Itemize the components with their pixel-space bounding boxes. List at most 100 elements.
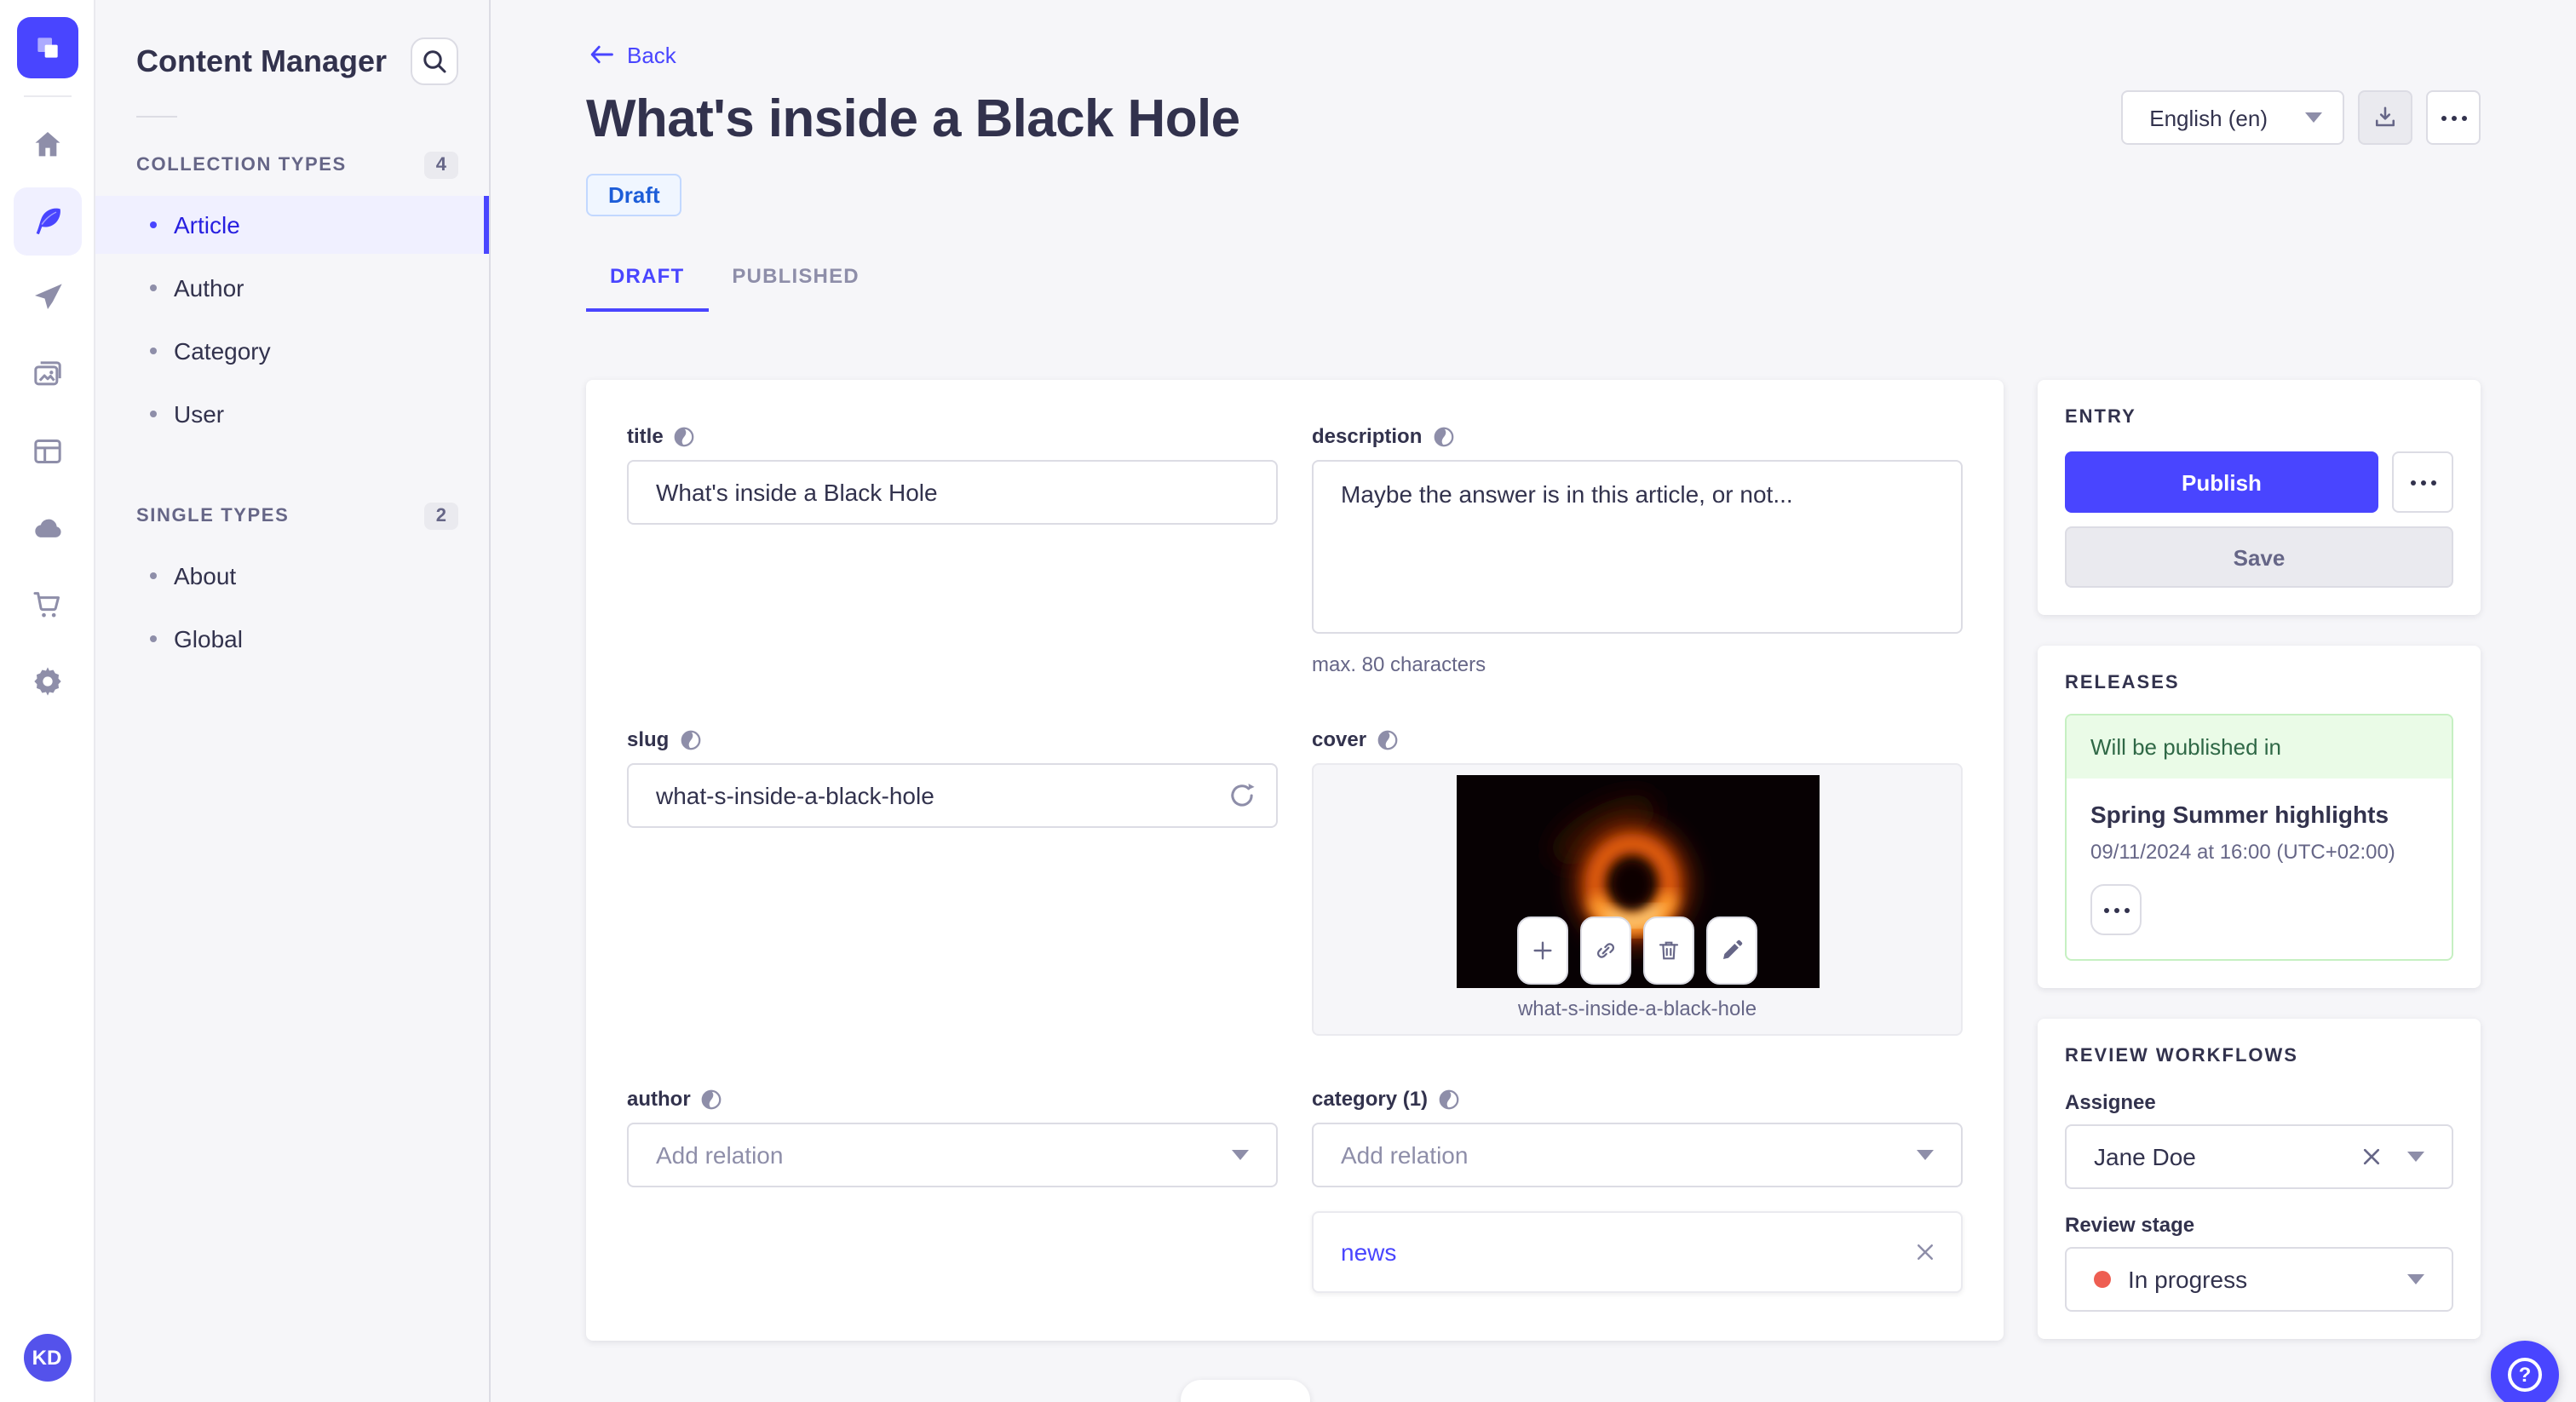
sidebar-item-label: Author <box>174 274 244 302</box>
field-cover: cover what-s-inside-a-black-hole <box>1312 727 1963 1036</box>
export-button[interactable] <box>2358 90 2412 145</box>
chevron-down-icon <box>2407 1274 2424 1284</box>
search-icon <box>423 50 446 73</box>
tab-draft[interactable]: DRAFT <box>586 247 709 312</box>
locale-value: English (en) <box>2149 105 2268 130</box>
cover-asset-card: what-s-inside-a-black-hole <box>1312 763 1963 1036</box>
nav-marketplace[interactable] <box>13 571 81 639</box>
save-button[interactable]: Save <box>2065 526 2453 588</box>
sidebar-divider <box>136 116 177 118</box>
title-input[interactable] <box>627 460 1278 525</box>
assignee-select[interactable]: Jane Doe <box>2065 1124 2453 1189</box>
single-types-count-badge: 2 <box>423 503 458 530</box>
cover-delete-button[interactable] <box>1643 916 1694 985</box>
sidebar-item-user[interactable]: User <box>95 385 489 443</box>
author-field-label: author <box>627 1087 691 1111</box>
nav-content-manager[interactable] <box>13 187 81 256</box>
search-button[interactable] <box>411 37 458 85</box>
regenerate-slug-button[interactable] <box>1223 777 1261 814</box>
user-avatar[interactable]: KD <box>23 1334 71 1382</box>
sidebar-item-label: User <box>174 400 225 428</box>
slug-input[interactable] <box>627 763 1278 828</box>
entry-more-button[interactable] <box>2392 451 2453 513</box>
marketplace-cart-icon <box>32 592 59 618</box>
assignee-value: Jane Doe <box>2094 1143 2196 1170</box>
locale-select[interactable]: English (en) <box>2120 90 2344 145</box>
category-relation-select[interactable]: Add relation <box>1312 1123 1963 1187</box>
nav-content-type-builder[interactable] <box>13 417 81 486</box>
cloud-icon <box>34 519 60 537</box>
entry-sidebar: ENTRY Publish Save RELEASES Will be publ… <box>2038 380 2481 1339</box>
cover-edit-button[interactable] <box>1706 916 1757 985</box>
settings-gear-icon <box>33 667 60 696</box>
sidebar-item-label: Global <box>174 625 243 652</box>
tab-published[interactable]: PUBLISHED <box>708 247 883 312</box>
help-button[interactable]: ? <box>2491 1341 2559 1402</box>
review-stage-select[interactable]: In progress <box>2065 1247 2453 1312</box>
cover-filename: what-s-inside-a-black-hole <box>1517 997 1757 1020</box>
sidebar-item-label: Category <box>174 337 271 365</box>
sidebar-item-author[interactable]: Author <box>95 259 489 317</box>
bullet-icon <box>150 348 157 354</box>
back-label: Back <box>627 42 676 67</box>
chevron-down-icon <box>1917 1150 1934 1160</box>
publish-button[interactable]: Publish <box>2065 451 2378 513</box>
cover-add-button[interactable] <box>1517 916 1568 985</box>
cover-copy-link-button[interactable] <box>1580 916 1631 985</box>
back-link[interactable]: Back <box>586 41 676 68</box>
cover-field-label: cover <box>1312 727 1367 751</box>
link-icon <box>1596 943 1615 958</box>
chevron-down-icon <box>1232 1150 1249 1160</box>
sidebar-item-article[interactable]: Article <box>95 196 489 254</box>
nav-settings[interactable] <box>13 647 81 715</box>
bullet-icon <box>150 284 157 291</box>
single-types-header: SINGLE TYPES 2 <box>136 503 458 530</box>
author-placeholder: Add relation <box>656 1141 784 1169</box>
review-workflows-panel: REVIEW WORKFLOWS Assignee Jane Doe Revie… <box>2038 1019 2481 1339</box>
nav-home[interactable] <box>13 111 81 179</box>
release-status-banner: Will be published in <box>2067 715 2452 779</box>
sidebar-item-about[interactable]: About <box>95 547 489 605</box>
plus-icon <box>1533 941 1552 960</box>
collection-types-count-badge: 4 <box>423 152 458 179</box>
collection-types-header: COLLECTION TYPES 4 <box>136 152 458 179</box>
bullet-icon <box>150 221 157 228</box>
author-relation-select[interactable]: Add relation <box>627 1123 1278 1187</box>
refresh-icon <box>1231 783 1255 807</box>
chevron-down-icon <box>2305 112 2322 123</box>
category-field-label: category (1) <box>1312 1087 1429 1111</box>
more-dots-icon <box>2441 115 2466 120</box>
field-description: description Maybe the answer is in this … <box>1312 424 1963 676</box>
sidebar-item-global[interactable]: Global <box>95 610 489 668</box>
strapi-logo-icon <box>37 37 57 58</box>
bullet-icon <box>150 635 157 642</box>
nav-releases[interactable] <box>13 264 81 332</box>
trash-icon <box>1659 941 1679 960</box>
nav-media-library[interactable] <box>13 341 81 409</box>
header-more-button[interactable] <box>2426 90 2481 145</box>
releases-panel-title: RELEASES <box>2065 673 2180 693</box>
bullet-icon <box>150 411 157 417</box>
sidebar-item-category[interactable]: Category <box>95 322 489 380</box>
version-tabs: DRAFT PUBLISHED <box>586 247 2481 312</box>
description-textarea[interactable]: Maybe the answer is in this article, or … <box>1312 460 1963 634</box>
question-mark-icon: ? <box>2508 1358 2542 1392</box>
release-more-button[interactable] <box>2090 884 2142 935</box>
sidebar-title: Content Manager <box>136 43 388 78</box>
content-type-builder-icon <box>33 440 60 463</box>
entry-panel-title: ENTRY <box>2065 407 2136 428</box>
remove-relation-button[interactable] <box>1913 1240 1937 1264</box>
clear-icon[interactable] <box>2360 1145 2383 1169</box>
globe-icon <box>702 1089 722 1109</box>
nav-rail: KD <box>0 0 95 1402</box>
nav-deploy[interactable] <box>13 494 81 562</box>
relation-link-news[interactable]: news <box>1341 1238 1396 1266</box>
close-icon <box>1917 1244 1934 1261</box>
stage-value: In progress <box>2128 1266 2248 1293</box>
strapi-logo[interactable] <box>16 17 78 78</box>
category-relation-item: news <box>1312 1211 1963 1293</box>
review-panel-title: REVIEW WORKFLOWS <box>2065 1046 2298 1066</box>
sidebar-item-label: Article <box>174 211 240 238</box>
title-field-label: title <box>627 424 664 448</box>
assignee-label: Assignee <box>2065 1090 2156 1114</box>
